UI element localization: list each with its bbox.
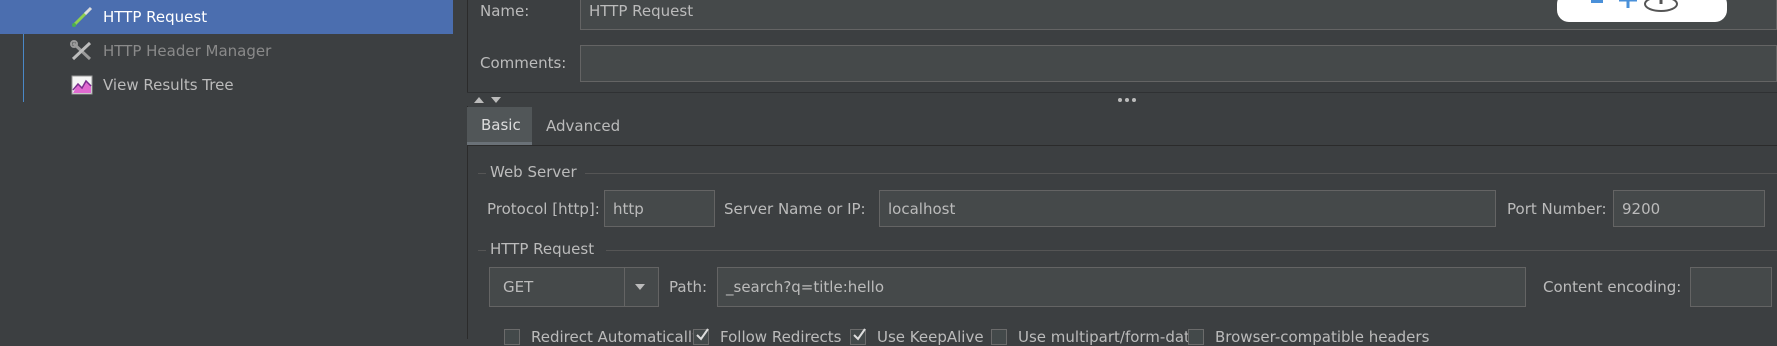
group-border (478, 250, 486, 251)
follow-redirects-checkbox[interactable]: Follow Redirects (693, 328, 842, 346)
group-border (478, 173, 486, 174)
path-label: Path: (669, 278, 708, 296)
tab-label: Basic (481, 115, 521, 134)
floating-toolbar (1557, 0, 1727, 22)
combo-separator (624, 268, 625, 306)
tab-basic[interactable]: Basic (467, 107, 532, 145)
tree-item-http-header-manager[interactable]: HTTP Header Manager (0, 34, 453, 68)
checkbox-box (1188, 329, 1204, 345)
checkbox-label: Follow Redirects (720, 328, 842, 346)
checkbox-label: Use KeepAlive (877, 328, 984, 346)
checkmark-icon (853, 328, 866, 341)
tree-item-http-request[interactable]: HTTP Request (0, 0, 453, 34)
name-label: Name: (480, 2, 530, 20)
pipette-icon (70, 6, 94, 28)
http-request-title: HTTP Request (490, 240, 595, 258)
collapse-down-icon (491, 97, 501, 103)
checkmark-icon (696, 328, 709, 341)
tree-item-view-results-tree[interactable]: View Results Tree (0, 68, 453, 102)
tab-label: Advanced (546, 117, 621, 135)
drag-handle-icon (1118, 98, 1136, 102)
server-name-field[interactable]: localhost (879, 190, 1496, 227)
port-field[interactable]: 9200 (1613, 190, 1765, 227)
square-icon (1591, 0, 1603, 3)
wrench-screwdriver-icon (70, 40, 94, 62)
method-value: GET (503, 278, 534, 296)
panel-divider[interactable] (467, 92, 1777, 106)
server-name-label: Server Name or IP: (724, 200, 866, 218)
tab-bar: Basic Advanced (467, 107, 1777, 146)
port-label: Port Number: (1507, 200, 1607, 218)
checkbox-label: Use multipart/form-data (1018, 328, 1200, 346)
collapse-up-icon (474, 97, 484, 103)
checkbox-label: Redirect Automatically (531, 328, 701, 346)
protocol-field[interactable]: http (604, 190, 715, 227)
checkbox-box (850, 328, 866, 345)
tab-advanced[interactable]: Advanced (532, 107, 632, 145)
path-field[interactable]: _search?q=title:hello (717, 267, 1526, 307)
content-encoding-field[interactable] (1690, 267, 1772, 307)
use-keepalive-checkbox[interactable]: Use KeepAlive (850, 328, 984, 346)
tree-item-label: HTTP Request (103, 8, 208, 26)
tree-splitter[interactable] (453, 0, 468, 339)
group-border (606, 250, 1777, 251)
group-border (585, 173, 1777, 174)
web-server-title: Web Server (490, 163, 577, 181)
tree-item-label: View Results Tree (103, 76, 234, 94)
method-select[interactable]: GET (489, 267, 659, 307)
checkbox-box (991, 329, 1007, 345)
checkbox-label: Browser-compatible headers (1215, 328, 1430, 346)
use-multipart-checkbox[interactable]: Use multipart/form-data (991, 328, 1199, 346)
results-chart-icon (70, 74, 94, 96)
redirect-automatically-checkbox[interactable]: Redirect Automatically (504, 328, 701, 346)
chevron-down-icon[interactable] (632, 279, 648, 295)
tree-item-label: HTTP Header Manager (103, 42, 272, 60)
checkbox-box (693, 328, 709, 345)
comments-field[interactable] (580, 45, 1777, 82)
comments-label: Comments: (480, 54, 567, 72)
protocol-label: Protocol [http]: (487, 200, 600, 218)
browser-compatible-headers-checkbox[interactable]: Browser-compatible headers (1188, 328, 1429, 346)
test-plan-tree: HTTP Request HTTP Header Manager View Re… (0, 0, 453, 339)
content-encoding-label: Content encoding: (1543, 278, 1682, 296)
checkbox-box (504, 329, 520, 345)
